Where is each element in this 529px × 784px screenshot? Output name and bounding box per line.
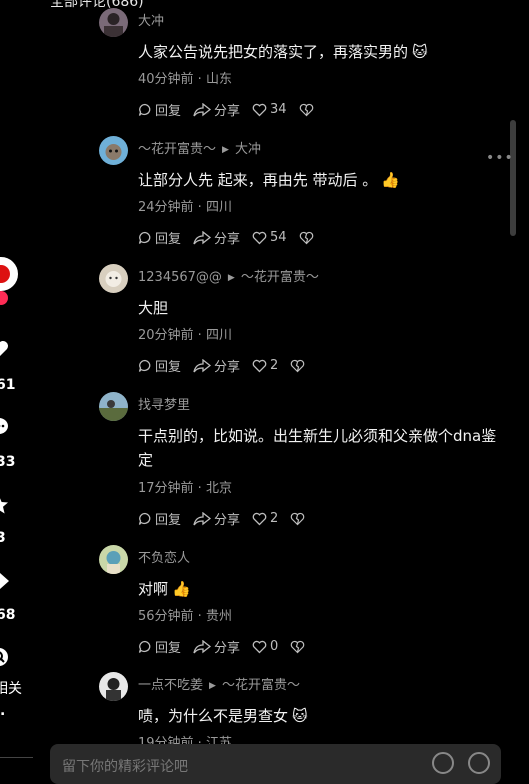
- comments-header-title: 全部评论(686): [50, 0, 144, 11]
- commenter-avatar[interactable]: [99, 392, 128, 421]
- commenter-name[interactable]: ～花开富贵～▶大冲: [138, 138, 261, 157]
- dislike-button[interactable]: [299, 103, 317, 117]
- comment-bubble-icon[interactable]: [0, 416, 10, 438]
- heart-icon: [252, 359, 267, 373]
- dislike-button[interactable]: [290, 640, 308, 654]
- share-button[interactable]: 分享: [193, 228, 240, 247]
- reply-bubble-icon: [138, 359, 152, 373]
- reply-bubble-icon: [138, 231, 152, 245]
- comment-text: 让部分人先 起来，再由先 带动后 。👍: [138, 168, 508, 192]
- share-arrow-icon[interactable]: [0, 570, 10, 592]
- video-action-rail: 61 33 3 68 相关 .: [0, 0, 40, 766]
- broken-heart-icon: [290, 512, 305, 526]
- reply-arrow-icon: ▶: [209, 681, 216, 691]
- comment-meta: 17分钟前 · 北京: [138, 477, 232, 496]
- comment-meta: 40分钟前 · 山东: [138, 68, 232, 87]
- heart-icon: [252, 512, 267, 526]
- comment-text: 大胆: [138, 296, 508, 320]
- comment-actions: 回复 分享 0: [138, 637, 320, 656]
- broken-heart-icon: [290, 640, 305, 654]
- comment-actions: 回复 分享 2: [138, 509, 320, 528]
- broken-heart-icon: [299, 103, 314, 117]
- related-dot: .: [0, 703, 5, 719]
- comment-text: 对啊👍: [138, 577, 508, 601]
- comment-actions: 回复 分享 34: [138, 100, 329, 119]
- reply-bubble-icon: [138, 512, 152, 526]
- commenter-avatar[interactable]: [99, 264, 128, 293]
- rail-divider: [0, 757, 33, 758]
- related-search-icon[interactable]: [0, 646, 10, 668]
- share-icon: [193, 231, 211, 245]
- like-button[interactable]: 2: [252, 358, 278, 373]
- comment-meta: 56分钟前 · 贵州: [138, 605, 232, 624]
- dislike-button[interactable]: [290, 359, 308, 373]
- commenter-name[interactable]: 大冲: [138, 10, 164, 29]
- commenter-avatar[interactable]: [99, 545, 128, 574]
- reply-button[interactable]: 回复: [138, 100, 181, 119]
- commenter-avatar[interactable]: [99, 8, 128, 37]
- comment-text: 啧，为什么不是男查女🐱: [138, 704, 508, 728]
- favorite-count: 3: [0, 530, 6, 546]
- author-avatar[interactable]: [0, 257, 18, 291]
- share-button[interactable]: 分享: [193, 637, 240, 656]
- like-button[interactable]: 34: [252, 102, 287, 117]
- commenter-avatar[interactable]: [99, 672, 128, 701]
- heart-icon: [252, 103, 267, 117]
- comments-scrollbar[interactable]: [510, 120, 516, 236]
- commenter-avatar[interactable]: [99, 136, 128, 165]
- share-icon: [193, 512, 211, 526]
- like-heart-icon[interactable]: [0, 338, 10, 360]
- comment-actions: 回复 分享 2: [138, 356, 320, 375]
- like-button[interactable]: 54: [252, 230, 287, 245]
- comment-input-placeholder[interactable]: 留下你的精彩评论吧: [62, 756, 188, 776]
- broken-heart-icon: [299, 231, 314, 245]
- reply-bubble-icon: [138, 103, 152, 117]
- comment-count: 33: [0, 454, 15, 470]
- commenter-name[interactable]: 找寻梦里: [138, 394, 190, 413]
- related-label[interactable]: 相关: [0, 678, 22, 698]
- reply-button[interactable]: 回复: [138, 637, 181, 656]
- like-button[interactable]: 0: [252, 639, 278, 654]
- reply-button[interactable]: 回复: [138, 356, 181, 375]
- share-icon: [193, 103, 211, 117]
- share-count: 68: [0, 607, 15, 623]
- reply-arrow-icon: ▶: [222, 145, 229, 155]
- reply-bubble-icon: [138, 640, 152, 654]
- comment-text: 干点别的，比如说。出生新生儿必须和父亲做个dna鉴定: [138, 424, 508, 472]
- heart-icon: [252, 640, 267, 654]
- share-button[interactable]: 分享: [193, 100, 240, 119]
- emoji-face-icon[interactable]: [468, 752, 490, 774]
- share-button[interactable]: 分享: [193, 356, 240, 375]
- broken-heart-icon: [290, 359, 305, 373]
- share-icon: [193, 640, 211, 654]
- commenter-name[interactable]: 不负恋人: [138, 547, 190, 566]
- comment-actions: 回复 分享 54: [138, 228, 329, 247]
- dislike-button[interactable]: [290, 512, 308, 526]
- commenter-name[interactable]: 一点不吃姜▶～花开富贵～: [138, 674, 300, 693]
- reply-button[interactable]: 回复: [138, 228, 181, 247]
- follow-plus-icon[interactable]: [0, 291, 8, 305]
- commenter-name[interactable]: 1234567@@▶～花开富贵～: [138, 266, 319, 285]
- reply-button[interactable]: 回复: [138, 509, 181, 528]
- comment-text: 人家公告说先把女的落实了，再落实男的🐱: [138, 40, 508, 64]
- reply-arrow-icon: ▶: [228, 273, 235, 283]
- like-button[interactable]: 2: [252, 511, 278, 526]
- heart-icon: [252, 231, 267, 245]
- dislike-button[interactable]: [299, 231, 317, 245]
- more-options-icon[interactable]: •••: [486, 150, 514, 166]
- comment-meta: 20分钟前 · 四川: [138, 324, 232, 343]
- share-icon: [193, 359, 211, 373]
- comment-input-bar[interactable]: 留下你的精彩评论吧: [50, 744, 501, 784]
- favorite-star-icon[interactable]: [0, 494, 10, 516]
- share-button[interactable]: 分享: [193, 509, 240, 528]
- mention-at-icon[interactable]: [432, 752, 454, 774]
- like-count: 61: [0, 377, 15, 393]
- comment-meta: 24分钟前 · 四川: [138, 196, 232, 215]
